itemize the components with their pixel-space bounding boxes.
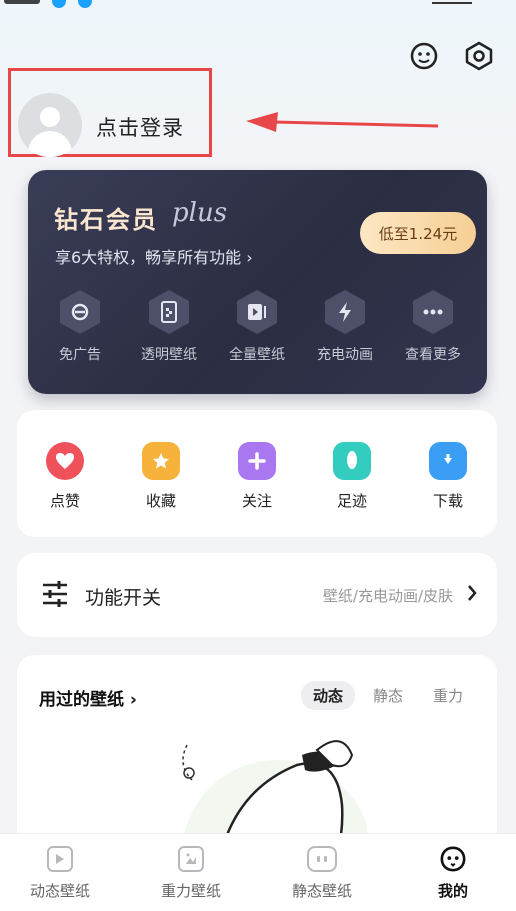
notification-icon — [52, 0, 66, 8]
avatar[interactable] — [18, 93, 82, 157]
vip-subtitle[interactable]: 享6大特权，畅享所有功能 › — [55, 244, 253, 268]
chevron-right-icon — [467, 584, 477, 606]
nav-mine[interactable]: 我的 — [403, 846, 503, 901]
more-icon — [413, 290, 453, 334]
tab-static[interactable]: 静态 — [361, 681, 415, 710]
vip-feature-label: 充电动画 — [317, 347, 373, 363]
quick-actions-card: 点赞 收藏 关注 足迹 下载 — [17, 410, 497, 537]
gravity-icon — [178, 846, 204, 872]
vip-feature-no-ads[interactable]: 免广告 — [44, 290, 116, 364]
play-icon — [47, 846, 73, 872]
quick-action-favorite[interactable]: 收藏 — [121, 442, 201, 511]
vip-title: 钻石会员 — [54, 206, 158, 234]
quick-action-label: 关注 — [241, 492, 272, 510]
quick-action-label: 下载 — [432, 492, 463, 510]
nav-label: 重力壁纸 — [160, 882, 221, 900]
sliders-icon — [41, 581, 69, 611]
feature-switch-subtitle: 壁纸/充电动画/皮肤 — [322, 587, 453, 605]
bottom-nav: 动态壁纸 重力壁纸 静态壁纸 我的 — [0, 833, 516, 911]
vip-feature-all[interactable]: 全量壁纸 — [221, 290, 293, 364]
tab-gravity[interactable]: 重力 — [421, 681, 475, 710]
settings-icon[interactable] — [463, 40, 495, 72]
vip-feature-label: 全量壁纸 — [229, 347, 285, 363]
vip-price-button[interactable]: 低至1.24元 — [360, 212, 476, 254]
quick-action-label: 足迹 — [336, 492, 367, 510]
vip-feature-label: 查看更多 — [405, 347, 461, 363]
battery-icon — [432, 0, 472, 4]
status-time — [4, 0, 40, 4]
profile-face-icon — [440, 846, 466, 872]
vip-feature-label: 免广告 — [59, 347, 101, 363]
quick-action-label: 收藏 — [145, 492, 176, 510]
notification-icon — [78, 0, 92, 8]
nav-label: 动态壁纸 — [29, 882, 90, 900]
vip-feature-transparent[interactable]: 透明壁纸 — [133, 290, 205, 364]
nav-gravity-wallpaper[interactable]: 重力壁纸 — [141, 846, 241, 901]
vip-feature-more[interactable]: 查看更多 — [397, 290, 469, 364]
nav-dynamic-wallpaper[interactable]: 动态壁纸 — [10, 846, 110, 901]
all-wallpaper-icon — [237, 290, 277, 334]
feature-switch-title: 功能开关 — [85, 587, 162, 609]
quick-action-label: 点赞 — [49, 492, 80, 510]
status-bar — [0, 0, 516, 10]
vip-feature-charging[interactable]: 充电动画 — [309, 290, 381, 364]
quick-action-download[interactable]: 下载 — [408, 442, 488, 511]
charging-icon — [325, 290, 365, 334]
transparent-wallpaper-icon — [149, 290, 189, 334]
used-wallpapers-title[interactable]: 用过的壁纸 › — [39, 685, 137, 710]
nav-label: 我的 — [437, 882, 468, 900]
vip-card[interactable]: 钻石会员 plus 享6大特权，畅享所有功能 › 低至1.24元 免广告 透明壁… — [28, 170, 487, 394]
footprint-icon — [333, 442, 371, 480]
login-link[interactable]: 点击登录 — [96, 112, 184, 142]
star-icon — [142, 442, 180, 480]
image-icon — [307, 846, 337, 872]
vip-feature-label: 透明壁纸 — [141, 347, 197, 363]
annotation-arrow — [246, 112, 439, 132]
used-wallpapers-tabs: 动态 静态 重力 — [300, 681, 475, 710]
no-ads-icon — [60, 290, 100, 334]
plus-icon — [238, 442, 276, 480]
download-folder-icon — [429, 442, 467, 480]
vip-plus-label: plus — [172, 198, 228, 228]
nav-static-wallpaper[interactable]: 静态壁纸 — [272, 846, 372, 901]
tab-dynamic[interactable]: 动态 — [300, 681, 355, 710]
customer-service-icon[interactable] — [408, 40, 440, 72]
nav-label: 静态壁纸 — [291, 882, 352, 900]
quick-action-follow[interactable]: 关注 — [217, 442, 297, 511]
quick-action-like[interactable]: 点赞 — [25, 442, 105, 511]
quick-action-footprint[interactable]: 足迹 — [312, 442, 392, 511]
feature-switch-row[interactable]: 功能开关 壁纸/充电动画/皮肤 — [17, 553, 497, 637]
heart-icon — [46, 442, 84, 480]
